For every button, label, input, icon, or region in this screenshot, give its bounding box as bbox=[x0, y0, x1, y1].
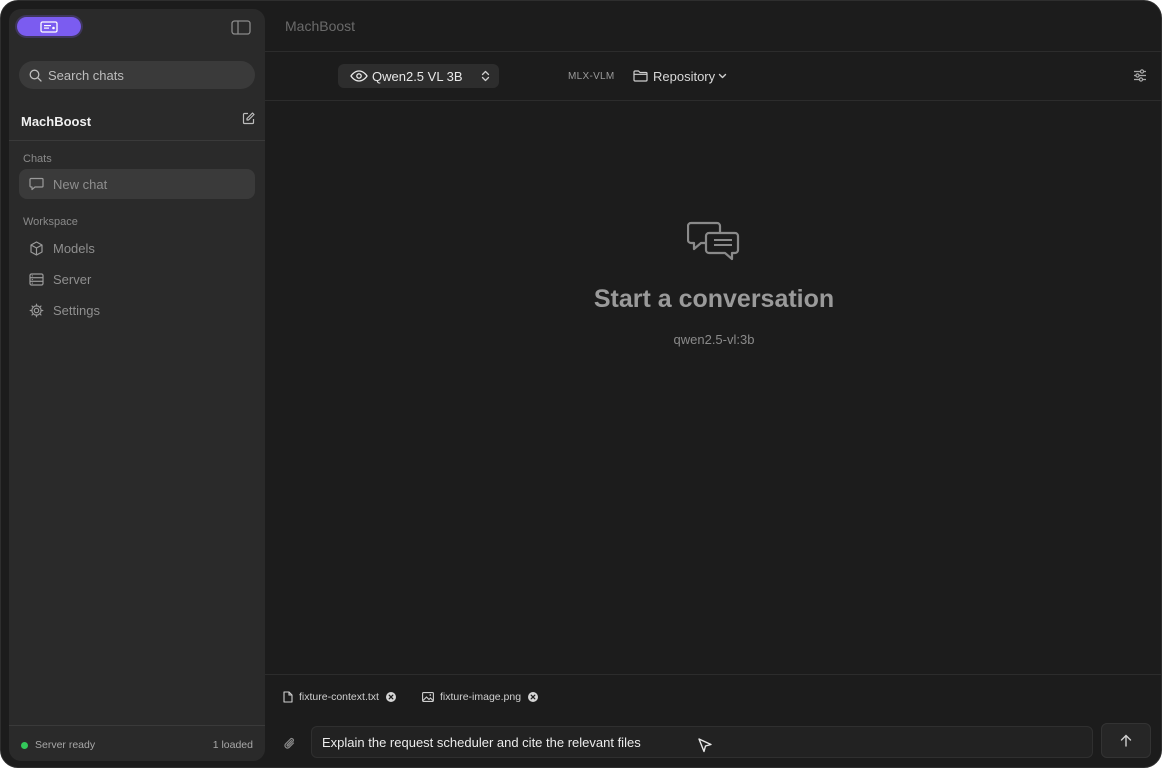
remove-attachment-icon[interactable] bbox=[385, 692, 396, 702]
mouse-cursor-icon bbox=[697, 737, 713, 758]
sliders-icon bbox=[1134, 69, 1146, 82]
attachment-list: fixture-context.txt fixture-image.png bbox=[283, 689, 564, 705]
attachment-name: fixture-image.png bbox=[439, 691, 522, 703]
server-status-bar: Server ready 1 loaded bbox=[21, 737, 253, 753]
brand-title: MachBoost bbox=[21, 113, 92, 129]
image-icon bbox=[422, 692, 434, 702]
sidebar-item-server[interactable]: Server bbox=[19, 264, 255, 294]
chats-section-label: Chats bbox=[23, 153, 52, 165]
sidebar-toggle-icon bbox=[231, 19, 251, 35]
app-window: Search chats MachBoost Chats New chat Wo… bbox=[0, 0, 1162, 768]
sidebar-item-label: Settings bbox=[53, 302, 100, 318]
search-icon bbox=[29, 69, 42, 82]
chevron-down-icon bbox=[718, 73, 727, 79]
attachment-name: fixture-context.txt bbox=[299, 691, 379, 703]
sidebar-toggle-button[interactable] bbox=[231, 19, 251, 35]
sidebar: Search chats MachBoost Chats New chat Wo… bbox=[9, 9, 265, 761]
empty-state: Start a conversation qwen2.5-vl:3b bbox=[265, 219, 1161, 347]
cube-icon bbox=[30, 240, 43, 256]
workspace-section-label: Workspace bbox=[23, 216, 78, 228]
loaded-count: 1 loaded bbox=[212, 739, 253, 751]
remove-attachment-icon[interactable] bbox=[528, 692, 539, 702]
eye-icon bbox=[350, 70, 368, 82]
compose-icon bbox=[242, 112, 255, 125]
brand-row: MachBoost bbox=[21, 111, 255, 131]
server-icon bbox=[29, 272, 44, 286]
model-name: Qwen2.5 VL 3B bbox=[372, 68, 463, 84]
paperclip-icon bbox=[284, 737, 295, 749]
file-icon bbox=[283, 691, 293, 703]
window-title: MachBoost bbox=[285, 18, 356, 34]
chevron-updown-icon bbox=[481, 70, 490, 82]
empty-state-model-id: qwen2.5-vl:3b bbox=[673, 332, 755, 347]
sidebar-divider bbox=[9, 140, 265, 141]
status-dot-icon bbox=[21, 741, 28, 749]
send-button[interactable] bbox=[1101, 723, 1151, 758]
attach-file-button[interactable] bbox=[283, 736, 297, 757]
chat-settings-button[interactable] bbox=[1133, 69, 1147, 87]
screen-icon bbox=[40, 20, 58, 33]
server-status: Server ready bbox=[21, 739, 95, 751]
toolbar-divider bbox=[265, 100, 1161, 101]
header-divider bbox=[265, 51, 1161, 52]
message-input-text: Explain the request scheduler and cite t… bbox=[322, 734, 641, 750]
main-pane: MachBoost Qwen2.5 VL 3B MLX-VLM Reposito… bbox=[265, 1, 1161, 767]
backend-badge: MLX-VLM bbox=[568, 71, 615, 82]
sidebar-item-settings[interactable]: Settings bbox=[19, 295, 255, 325]
search-placeholder: Search chats bbox=[48, 67, 124, 83]
status-text: Server ready bbox=[35, 739, 96, 751]
chat-bubble-icon bbox=[29, 177, 44, 191]
repository-label: Repository bbox=[653, 68, 716, 84]
chat-bubbles-icon bbox=[687, 221, 740, 261]
repository-dropdown[interactable]: Repository bbox=[633, 66, 732, 86]
compose-button[interactable] bbox=[242, 112, 255, 130]
gear-icon bbox=[29, 303, 44, 317]
folder-icon bbox=[633, 70, 648, 82]
model-selector[interactable]: Qwen2.5 VL 3B bbox=[338, 64, 499, 88]
attachment-chip[interactable]: fixture-context.txt bbox=[283, 689, 396, 705]
search-chats-input[interactable]: Search chats bbox=[19, 61, 255, 89]
sidebar-footer-divider bbox=[9, 725, 265, 726]
arrow-up-icon bbox=[1120, 734, 1132, 747]
empty-state-title: Start a conversation bbox=[593, 285, 835, 313]
sidebar-item-new-chat[interactable]: New chat bbox=[19, 169, 255, 199]
attachment-chip[interactable]: fixture-image.png bbox=[422, 689, 539, 705]
composer-divider bbox=[265, 674, 1161, 675]
sidebar-item-label: Server bbox=[53, 271, 92, 287]
workspace-switch-button[interactable] bbox=[17, 17, 81, 36]
sidebar-item-label: New chat bbox=[53, 176, 108, 192]
sidebar-item-models[interactable]: Models bbox=[19, 233, 255, 263]
sidebar-item-label: Models bbox=[53, 240, 95, 256]
